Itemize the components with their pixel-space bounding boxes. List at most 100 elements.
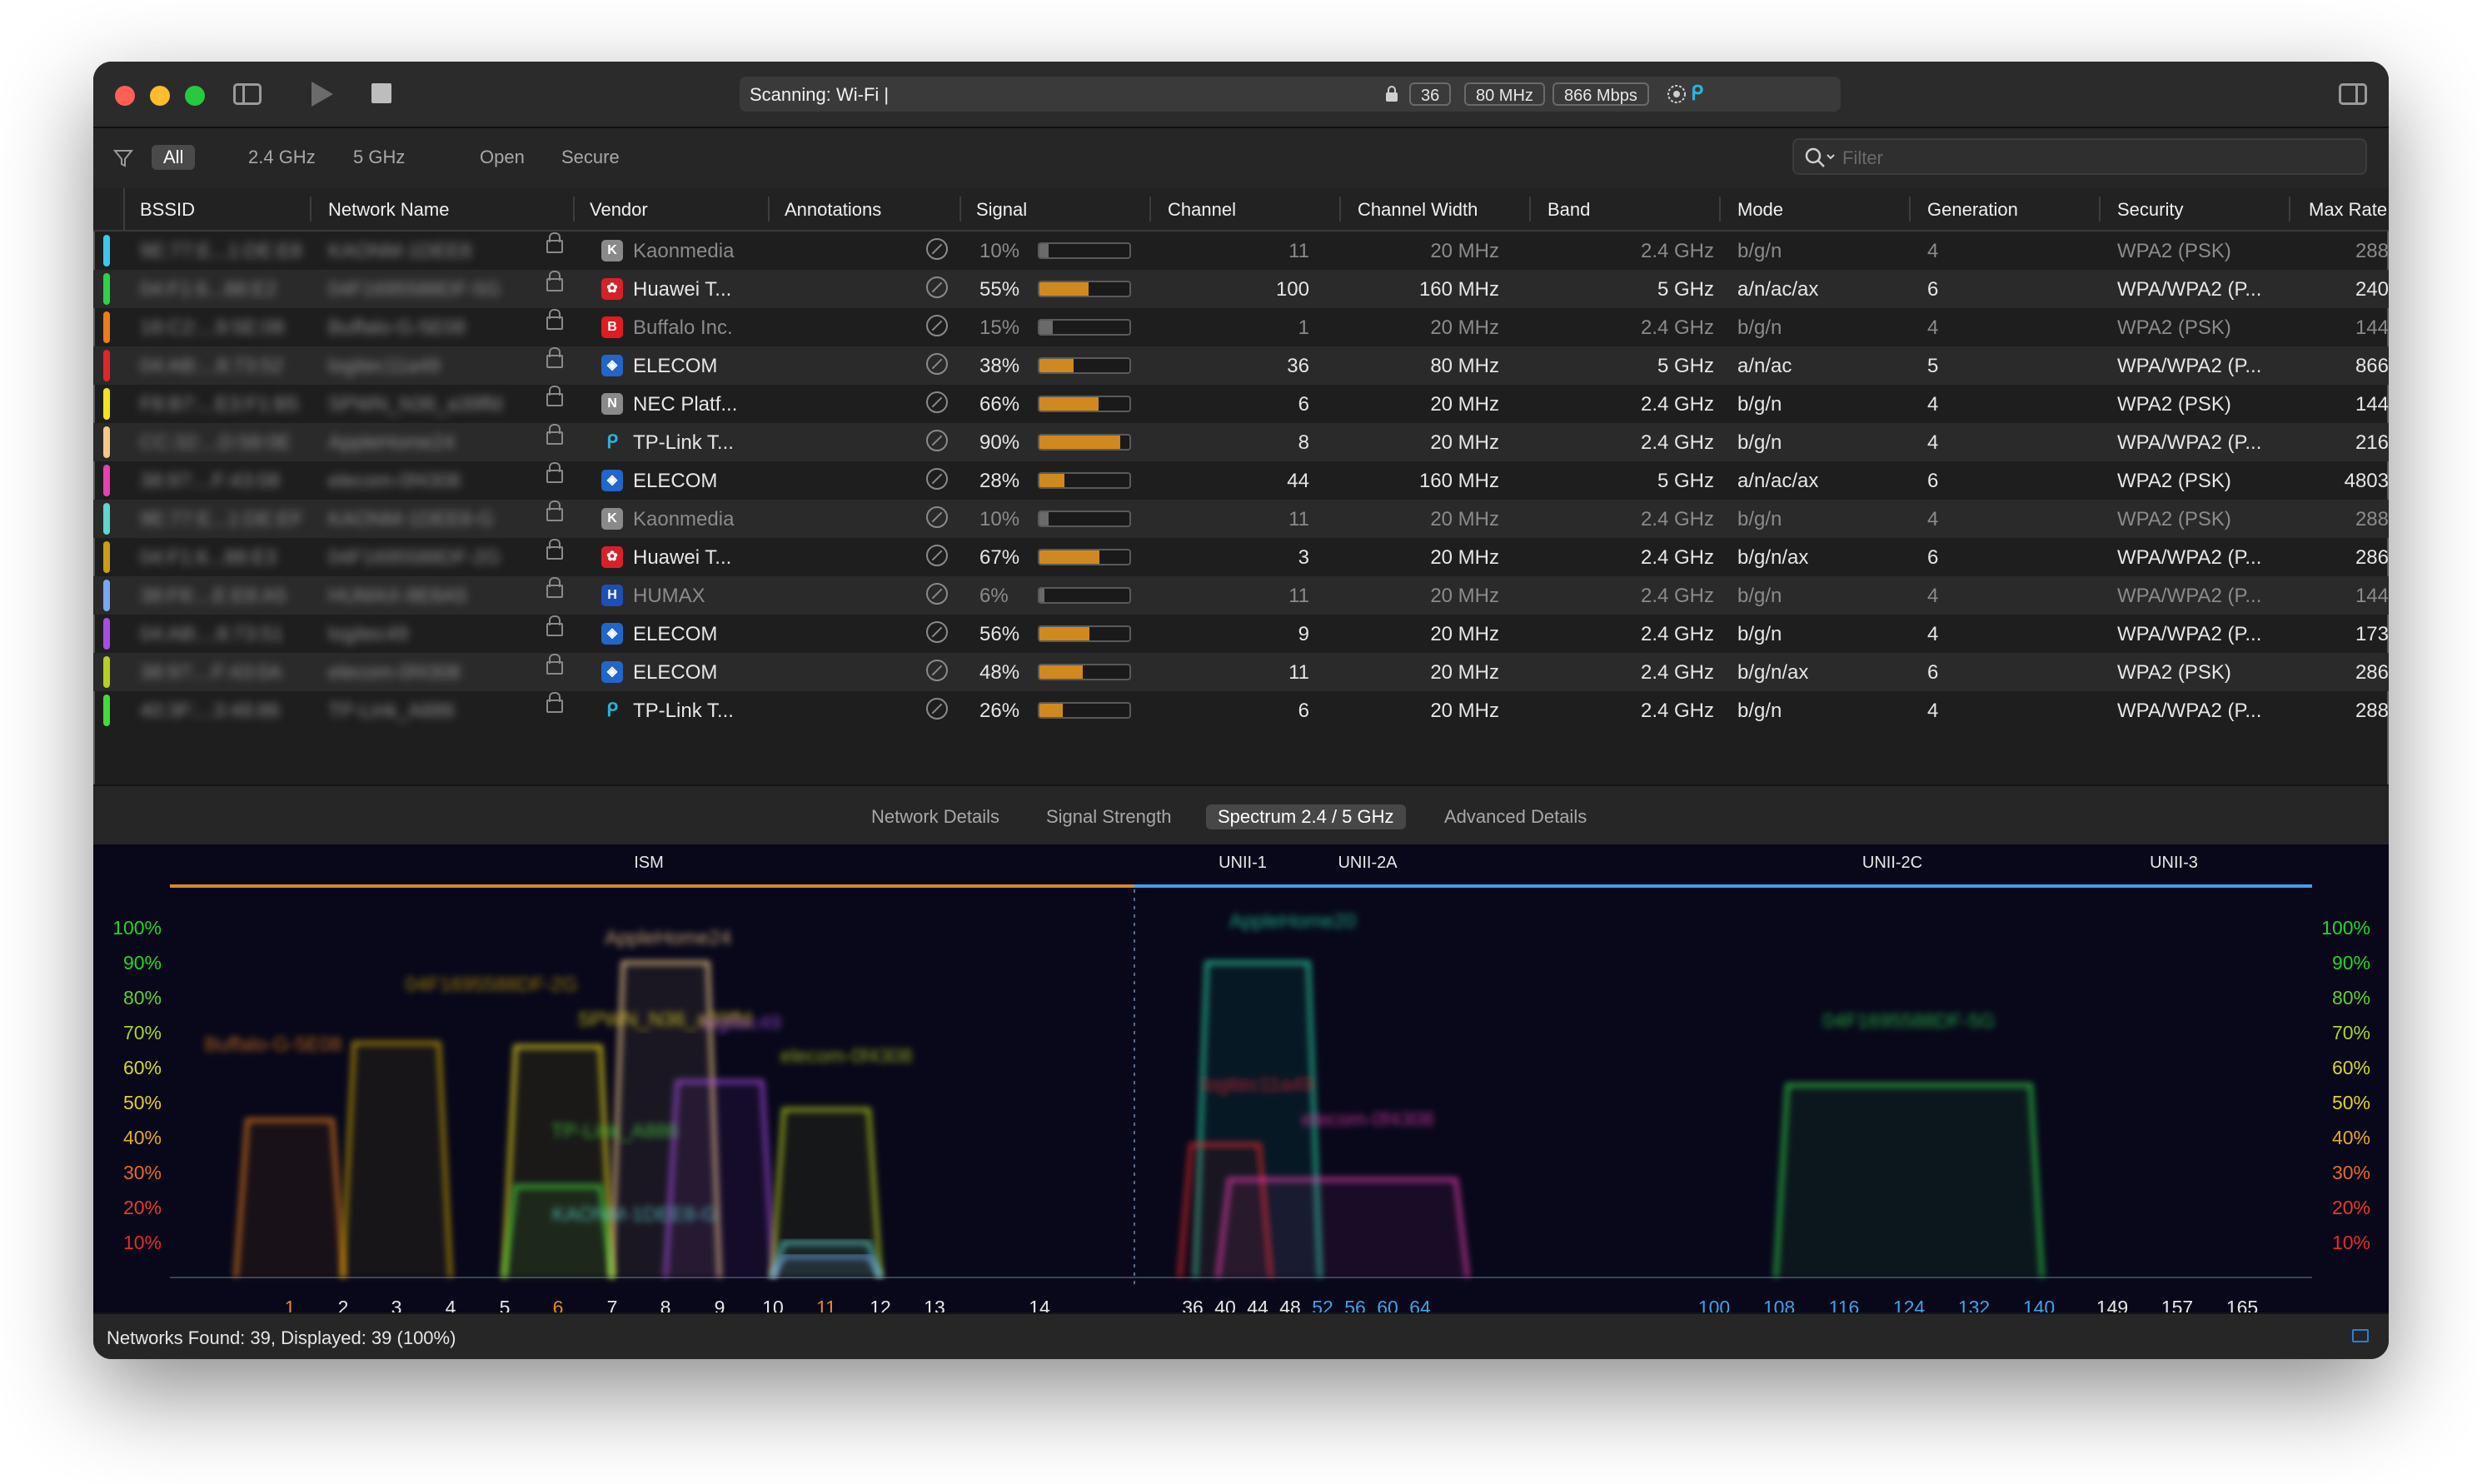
signal-percent-cell: 48% [979,661,1020,684]
annotation-icon[interactable] [926,468,948,490]
table-row[interactable]: 04:AB:...8:73:52 logitec11a49 ◈ ELECOM 38% 36… [93,346,2389,385]
status-bar: Networks Found: 39, Displayed: 39 (100%) [93,1312,2389,1359]
annotation-icon[interactable] [926,315,948,336]
vendor-cell: HUMAX [633,585,705,607]
annotation-icon[interactable] [926,506,948,528]
table-row[interactable]: 04:F1:6...88:E3 04F1695588DF-2G ✿ Huawei T.… [93,538,2389,576]
channel-tick-label: 132 [1958,1297,1990,1312]
signal-bar-fill [1039,704,1064,717]
tab-advanced-details[interactable]: Advanced Details [1444,806,1587,828]
network-color-swatch [103,503,110,535]
column-header-security[interactable]: Security [2117,199,2183,221]
filter-all[interactable]: All [152,145,196,170]
generation-cell: 6 [1927,661,1939,684]
signal-percent-cell: 15% [979,316,1020,339]
security-cell: WPA2 (PSK) [2117,240,2231,262]
table-row[interactable]: 04:AB:...8:73:51 logitec49 ◈ ELECOM 56% 9 20 M… [93,615,2389,653]
channel-width-cell: 80 MHz [1430,355,1499,377]
y-axis-label-left: 80% [123,987,162,1008]
signal-bar [1038,702,1131,719]
column-header-mode[interactable]: Mode [1737,199,1783,221]
annotation-icon[interactable] [926,621,948,643]
table-row[interactable]: F8:B7:...E3:F1:B5 SPWN_N36_a39ffd N NEC Pla… [93,385,2389,423]
spectrum-svg: ISM UNII-1 UNII-2A UNII-2C UNII-3 100% 100% 90%… [112,854,2370,1312]
column-separator [2099,197,2101,222]
signal-bar-fill [1039,282,1089,296]
channel-cell: 36 [1287,355,1309,377]
table-row[interactable]: CC:32:...D:58:0E AppleHome24 ᑭ TP-Link T...… [93,423,2389,461]
table-row[interactable]: 38:97:...F:43:08 elecom-0f4308 ◈ ELECOM 28% 4… [93,461,2389,500]
channel-tick-label: 2 [338,1297,349,1312]
max-rate-cell: 144 [2355,316,2389,339]
network-name-cell: elecom-0f4308 [328,661,461,684]
inspector-toggle-icon[interactable] [2339,83,2367,105]
channel-tick-label: 108 [1763,1297,1795,1312]
annotation-icon[interactable] [926,238,948,260]
security-cell: WPA/WPA2 (P... [2117,355,2262,377]
band-cell: 2.4 GHz [1640,700,1714,722]
column-separator [573,197,575,222]
column-header-band[interactable]: Band [1548,199,1590,221]
annotation-icon[interactable] [926,391,948,413]
channel-tick-label: 56 [1344,1297,1366,1312]
annotation-icon[interactable] [926,660,948,681]
band-cell: 5 GHz [1657,470,1714,492]
channel-tick-label: 7 [607,1297,618,1312]
table-row[interactable]: 9E:77:E...1:DE:E8 KAONM-1DEE8 K Kaonmedia 10… [93,232,2389,270]
y-axis-label-left: 90% [123,952,162,974]
filter-open[interactable]: Open [480,147,525,168]
tab-signal-strength[interactable]: Signal Strength [1046,806,1171,828]
filter-5-ghz[interactable]: 5 GHz [353,147,405,168]
channel-tick-label: 13 [924,1297,945,1312]
table-row[interactable]: 38:97:...F:43:0A elecom-0f4308 ◈ ELECOM 48% 1… [93,653,2389,691]
table-row[interactable]: 9E:77:E...1:DE:EF KAONM-1DEE8-G K Kaonmedia… [93,500,2389,538]
console-icon[interactable] [2352,1329,2369,1342]
signal-percent-cell: 90% [979,431,1020,454]
filter-2-4-ghz[interactable]: 2.4 GHz [248,147,316,168]
minimize-window-button[interactable] [150,86,170,106]
network-color-swatch [103,695,110,726]
tab-network-details[interactable]: Network Details [871,806,999,828]
zoom-window-button[interactable] [185,86,205,106]
column-header-channel-width[interactable]: Channel Width [1358,199,1478,221]
channel-cell: 8 [1298,431,1309,454]
column-header-vendor[interactable]: Vendor [590,199,648,221]
network-name-cell: logitec49 [328,623,409,645]
column-separator [959,197,961,222]
lock-icon [546,615,563,636]
table-row[interactable]: 40:3F:...3:48:86 TP-Link_A886 ᑭ TP-Link T..… [93,691,2389,730]
network-color-swatch [103,465,110,496]
signal-bar [1038,357,1131,374]
annotation-icon[interactable] [926,583,948,605]
stop-icon[interactable] [371,83,391,103]
channel-tick-label: 12 [870,1297,891,1312]
search-input[interactable]: Filter [1792,138,2367,175]
column-header-max-rate[interactable]: Max Rate [2309,199,2387,221]
funnel-icon[interactable] [113,148,133,168]
table-row[interactable]: 04:F1:6...88:E2 04F1695588DF-5G ✿ Huawei T.… [93,270,2389,308]
column-header-channel[interactable]: Channel [1168,199,1236,221]
signal-bar-fill [1039,321,1054,334]
column-header-signal[interactable]: Signal [976,199,1027,221]
column-header-network-name[interactable]: Network Name [328,199,449,221]
network-spectrum-label: AppleHome24 [605,927,731,949]
play-icon[interactable] [311,82,333,107]
network-table-body[interactable]: 9E:77:E...1:DE:E8 KAONM-1DEE8 K Kaonmedia 10… [93,232,2389,783]
annotation-icon[interactable] [926,276,948,298]
table-row[interactable]: 38:F8:...E:E8:A5 HUMAX-8E8A5 H HUMAX 6% 11 20 … [93,576,2389,615]
generation-cell: 4 [1927,700,1939,722]
column-header-generation[interactable]: Generation [1927,199,2018,221]
filter-secure[interactable]: Secure [561,147,620,168]
annotation-icon[interactable] [926,353,948,375]
sidebar-toggle-icon[interactable] [233,83,262,105]
column-header-annotations[interactable]: Annotations [785,199,881,221]
annotation-icon[interactable] [926,430,948,451]
tab-spectrum[interactable]: Spectrum 2.4 / 5 GHz [1206,804,1406,829]
annotation-icon[interactable] [926,698,948,720]
network-spectrum-label: elecom-0f4308 [1302,1108,1434,1131]
close-window-button[interactable] [115,86,135,106]
annotation-icon[interactable] [926,545,948,566]
column-header-bssid[interactable]: BSSID [140,199,195,221]
table-row[interactable]: 18:C2:...9:5E:08 Buffalo-G-5E08 B Buffalo I… [93,308,2389,346]
signal-percent-cell: 6% [979,585,1009,607]
